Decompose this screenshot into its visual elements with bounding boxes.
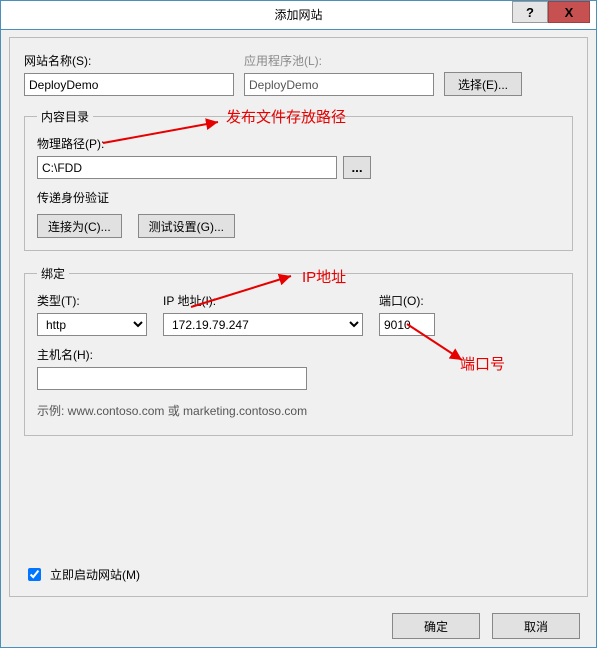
physical-path-input[interactable]: [37, 156, 337, 179]
binding-type-select[interactable]: http: [37, 313, 147, 336]
cancel-button[interactable]: 取消: [492, 613, 580, 639]
app-pool-input: [244, 73, 434, 96]
start-immediately-label: 立即启动网站(M): [50, 566, 140, 583]
titlebar: 添加网站 ? X: [1, 1, 596, 30]
binding-ip-select[interactable]: 172.19.79.247: [163, 313, 363, 336]
passthrough-auth-label: 传递身份验证: [37, 189, 560, 206]
connect-as-button[interactable]: 连接为(C)...: [37, 214, 122, 238]
binding-ip-label: IP 地址(I):: [163, 292, 363, 309]
content-directory-legend: 内容目录: [37, 108, 93, 125]
ok-button[interactable]: 确定: [392, 613, 480, 639]
site-name-input[interactable]: [24, 73, 234, 96]
binding-legend: 绑定: [37, 265, 69, 282]
site-name-label: 网站名称(S):: [24, 52, 234, 69]
hostname-input[interactable]: [37, 367, 307, 390]
start-immediately-checkbox[interactable]: [28, 568, 41, 581]
start-immediately-row: 立即启动网站(M): [24, 565, 140, 584]
browse-path-button[interactable]: ...: [343, 156, 371, 179]
physical-path-label: 物理路径(P):: [37, 135, 560, 152]
test-settings-button[interactable]: 测试设置(G)...: [138, 214, 235, 238]
window-title: 添加网站: [1, 1, 596, 29]
select-app-pool-button[interactable]: 选择(E)...: [444, 72, 522, 96]
close-button[interactable]: X: [548, 1, 590, 23]
top-row: 网站名称(S): 应用程序池(L): 选择(E)...: [24, 52, 573, 96]
help-button[interactable]: ?: [512, 1, 548, 23]
binding-group: 绑定 类型(T): http IP 地址(I): 172.19.79.247 端…: [24, 265, 573, 436]
add-website-dialog: 添加网站 ? X 网站名称(S): 应用程序池(L): 选择(E)... 内容目…: [0, 0, 597, 648]
binding-port-label: 端口(O):: [379, 292, 439, 309]
content-directory-group: 内容目录 物理路径(P): ... 传递身份验证 连接为(C)... 测试设置(…: [24, 108, 573, 251]
binding-type-label: 类型(T):: [37, 292, 147, 309]
binding-port-input[interactable]: [379, 313, 435, 336]
hostname-label: 主机名(H):: [37, 346, 560, 363]
dialog-footer: 确定 取消: [1, 605, 596, 647]
dialog-body: 网站名称(S): 应用程序池(L): 选择(E)... 内容目录 物理路径(P)…: [9, 37, 588, 597]
app-pool-label: 应用程序池(L):: [244, 52, 434, 69]
hostname-example: 示例: www.contoso.com 或 marketing.contoso.…: [37, 402, 560, 419]
